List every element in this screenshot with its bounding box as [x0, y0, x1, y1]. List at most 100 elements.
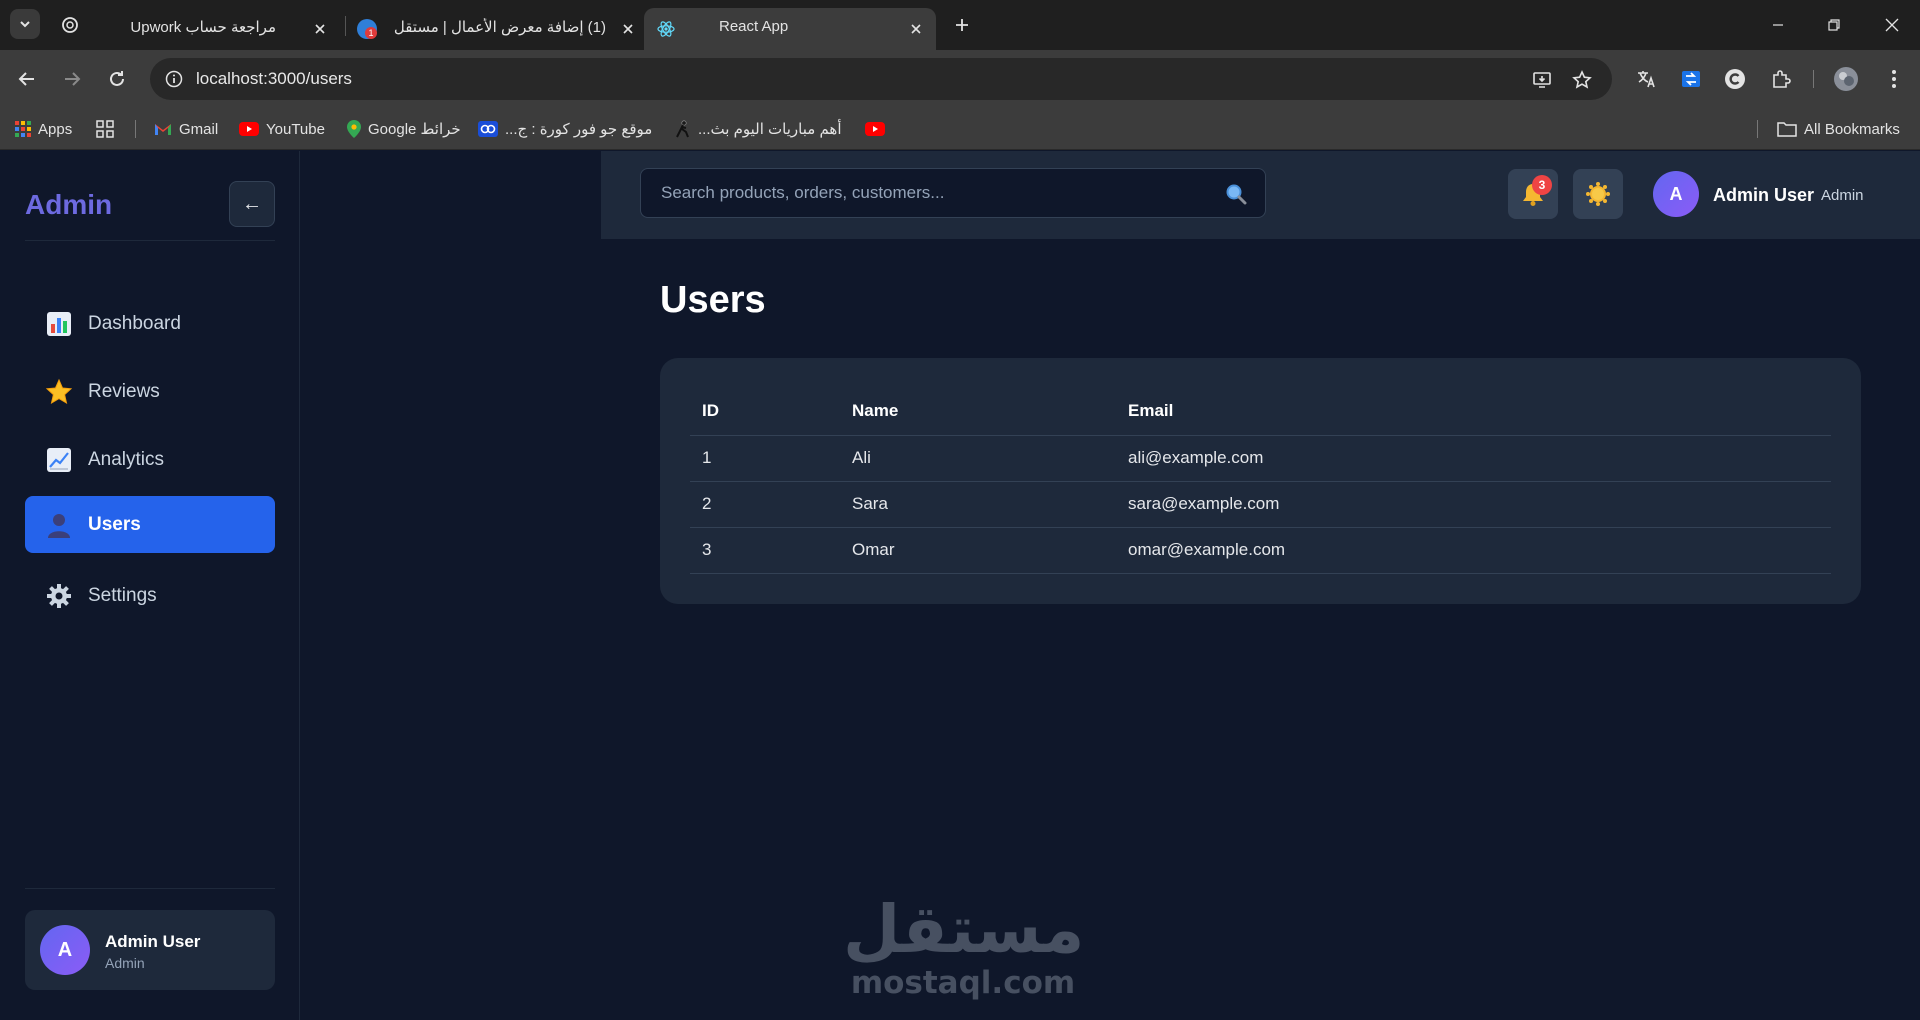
trend-chart-icon: [45, 446, 73, 474]
close-window-button[interactable]: [1872, 10, 1912, 40]
close-icon: [1885, 18, 1899, 32]
tab-title: مراجعة حساب Upwork: [130, 19, 276, 36]
cell-id: 1: [690, 435, 852, 482]
toolbar-separator: [1813, 70, 1814, 88]
bookmark-gmail[interactable]: Gmail: [154, 118, 218, 140]
bookmark-label: موقع جو فور كورة : ج...: [505, 121, 653, 138]
user-role: Admin: [1821, 187, 1864, 204]
table-row[interactable]: 2 Sara sara@example.com: [690, 481, 1831, 528]
new-tab-button[interactable]: [950, 13, 974, 37]
profile-avatar-icon[interactable]: [1832, 65, 1860, 93]
top-bar: 3 A Admin User Admin: [601, 151, 1920, 239]
close-icon[interactable]: [618, 19, 638, 39]
bookmark-apps[interactable]: Apps: [15, 118, 72, 140]
extensions-puzzle-icon[interactable]: [1767, 65, 1795, 93]
column-header-name[interactable]: Name: [852, 388, 1128, 436]
koora-icon: [478, 121, 498, 137]
minimize-icon: [1773, 24, 1783, 26]
user-role: Admin: [105, 955, 145, 971]
collapse-sidebar-button[interactable]: ←: [229, 181, 275, 227]
sidebar-item-settings[interactable]: Settings: [25, 567, 275, 624]
forward-button[interactable]: [57, 64, 87, 94]
close-icon[interactable]: [906, 19, 926, 39]
bookmark-label: Gmail: [179, 120, 219, 138]
browser-menu-icon[interactable]: [1880, 65, 1908, 93]
youtube-icon: [239, 122, 259, 136]
arrow-left-icon: [18, 72, 34, 86]
bookmark-youtube[interactable]: YouTube: [239, 118, 325, 140]
search-icon[interactable]: [1225, 183, 1247, 205]
tab-title: (1) إضافة معرض الأعمال | مستقل: [393, 19, 606, 36]
cell-email: ali@example.com: [1128, 435, 1831, 482]
tab-title: React App: [719, 18, 789, 35]
column-header-id[interactable]: ID: [690, 388, 852, 436]
restore-button[interactable]: [1814, 10, 1854, 40]
address-bar[interactable]: localhost:3000/users: [150, 58, 1612, 100]
users-table-card: ID Name Email 1 Ali ali@example.com 2 Sa…: [660, 358, 1861, 604]
bookmark-label: YouTube: [266, 120, 325, 138]
cell-id: 3: [690, 527, 852, 574]
column-header-email[interactable]: Email: [1128, 388, 1831, 436]
bookmark-label: أهم مباريات اليوم بث...: [698, 121, 842, 138]
translate-extension-icon[interactable]: [1632, 65, 1660, 93]
sidebar-item-analytics[interactable]: Analytics: [25, 431, 275, 488]
tab-react-app[interactable]: React App: [644, 8, 936, 50]
avatar[interactable]: A: [1653, 171, 1699, 217]
sidebar-item-reviews[interactable]: Reviews: [25, 363, 275, 420]
minimize-button[interactable]: [1758, 10, 1798, 40]
admin-app: Admin ← Dashboard Reviews Analytics User…: [0, 151, 1920, 1020]
url-text[interactable]: localhost:3000/users: [196, 69, 352, 89]
c-extension-icon[interactable]: [1721, 65, 1749, 93]
sidebar-user-card[interactable]: A Admin User Admin: [25, 910, 275, 990]
close-icon[interactable]: [310, 19, 330, 39]
bookmark-google-maps[interactable]: Google خرائط: [347, 118, 461, 140]
arrow-left-icon: ←: [242, 192, 262, 215]
search-input[interactable]: [641, 169, 1265, 217]
chatgpt-tab-icon[interactable]: [60, 15, 80, 35]
tab-mostaql[interactable]: 1 (1) إضافة معرض الأعمال | مستقل: [352, 8, 642, 50]
chevron-down-icon: [20, 21, 30, 28]
table-row[interactable]: 3 Omar omar@example.com: [690, 527, 1831, 574]
theme-toggle-button[interactable]: [1573, 169, 1623, 219]
sidebar-item-label: Analytics: [88, 448, 165, 470]
bookmark-youtube-video[interactable]: [865, 118, 885, 140]
mostaql-tab-icon: 1: [357, 19, 377, 39]
youtube-icon: [865, 122, 885, 136]
bookmark-tab-groups[interactable]: [96, 118, 114, 140]
bookmark-all[interactable]: All Bookmarks: [1777, 118, 1900, 140]
sidebar-item-dashboard[interactable]: Dashboard: [25, 295, 275, 352]
screen-extension-icon[interactable]: [1677, 65, 1705, 93]
tab-upwork[interactable]: مراجعة حساب Upwork: [96, 8, 336, 50]
bookmark-koora[interactable]: موقع جو فور كورة : ج...: [478, 118, 652, 140]
page-title: Users: [660, 279, 766, 321]
cell-email: sara@example.com: [1128, 481, 1831, 528]
bookmarks-bar: Apps Gmail YouTube Google خرائط موقع جو …: [0, 108, 1920, 150]
user-name: Admin User: [105, 932, 201, 951]
site-info-icon[interactable]: [162, 67, 186, 91]
reload-button[interactable]: [102, 64, 132, 94]
back-button[interactable]: [12, 64, 42, 94]
bookmark-star-icon[interactable]: [1570, 68, 1594, 92]
tab-notification-badge: 1: [365, 27, 377, 39]
tab-search-button[interactable]: [10, 9, 40, 39]
cell-email: omar@example.com: [1128, 527, 1831, 574]
sidebar-item-label: Reviews: [88, 380, 160, 402]
brand-logo[interactable]: Admin: [25, 189, 112, 221]
sidebar-item-users[interactable]: Users: [25, 496, 275, 553]
install-app-icon[interactable]: [1530, 68, 1554, 92]
apps-grid-icon: [15, 121, 31, 137]
react-icon: [656, 19, 676, 39]
cell-name: Ali: [852, 435, 1128, 482]
bookmark-separator: [1757, 120, 1758, 138]
table-row[interactable]: 1 Ali ali@example.com: [690, 435, 1831, 482]
sidebar-divider: [25, 240, 275, 241]
bookmark-label: All Bookmarks: [1804, 120, 1900, 138]
mostaql-watermark: مستقل mostaql.com: [843, 893, 1084, 1003]
notifications-button[interactable]: 3: [1508, 169, 1558, 219]
bookmark-label: Apps: [38, 120, 73, 138]
user-name[interactable]: Admin User: [1713, 185, 1814, 206]
player-icon: [676, 120, 689, 138]
folder-icon: [1777, 122, 1797, 137]
bookmark-label: Google خرائط: [368, 121, 461, 138]
bookmark-matches[interactable]: أهم مباريات اليوم بث...: [675, 118, 842, 140]
